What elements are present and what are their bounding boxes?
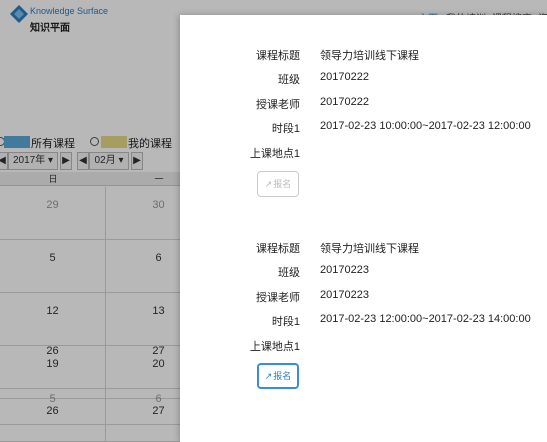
teacher-row: 授课老师 20170222 xyxy=(180,96,547,112)
course-title-value: 领导力培训线下课程 xyxy=(320,243,419,255)
page: Knowledge Surface 知识平面 主页 我的培训 课程搜索 资 所有… xyxy=(0,0,547,442)
teacher-row: 授课老师 20170223 xyxy=(180,289,547,305)
period-value: 2017-02-23 12:00:00~2017-02-23 14:00:00 xyxy=(320,313,531,325)
course-title-label: 课程标题 xyxy=(256,50,300,62)
location-label: 上课地点1 xyxy=(249,148,300,160)
teacher-label: 授课老师 xyxy=(256,99,300,111)
location-row: 上课地点1 xyxy=(180,145,547,161)
period-label: 时段1 xyxy=(271,123,300,135)
course-title-label: 课程标题 xyxy=(256,243,300,255)
period-row: 时段1 2017-02-23 10:00:00~2017-02-23 12:00… xyxy=(180,120,547,136)
teacher-value: 20170223 xyxy=(320,289,369,301)
class-row: 班级 20170222 xyxy=(180,71,547,87)
arrow-up-right-icon: ↗ xyxy=(264,371,273,381)
signup-button[interactable]: ↗报名 xyxy=(257,363,299,389)
course-title-row: 课程标题 领导力培训线下课程 xyxy=(180,240,547,256)
teacher-value: 20170222 xyxy=(320,96,369,108)
course-title-row: 课程标题 领导力培训线下课程 xyxy=(180,47,547,63)
location-row: 上课地点1 xyxy=(180,338,547,354)
period-row: 时段1 2017-02-23 12:00:00~2017-02-23 14:00… xyxy=(180,313,547,329)
class-label: 班级 xyxy=(278,74,300,86)
signup-button-disabled: ↗报名 xyxy=(257,171,299,197)
class-row: 班级 20170223 xyxy=(180,264,547,280)
course-title-value: 领导力培训线下课程 xyxy=(320,50,419,62)
class-value: 20170223 xyxy=(320,264,369,276)
teacher-label: 授课老师 xyxy=(256,292,300,304)
course-schedule-modal: 课程标题 领导力培训线下课程 班级 20170222 授课老师 20170222… xyxy=(180,15,547,442)
signup-button-label: 报名 xyxy=(273,371,292,381)
period-value: 2017-02-23 10:00:00~2017-02-23 12:00:00 xyxy=(320,120,531,132)
class-label: 班级 xyxy=(278,267,300,279)
arrow-up-right-icon: ↗ xyxy=(264,179,273,189)
class-value: 20170222 xyxy=(320,71,369,83)
signup-button-label: 报名 xyxy=(273,179,292,189)
location-label: 上课地点1 xyxy=(249,341,300,353)
period-label: 时段1 xyxy=(271,316,300,328)
